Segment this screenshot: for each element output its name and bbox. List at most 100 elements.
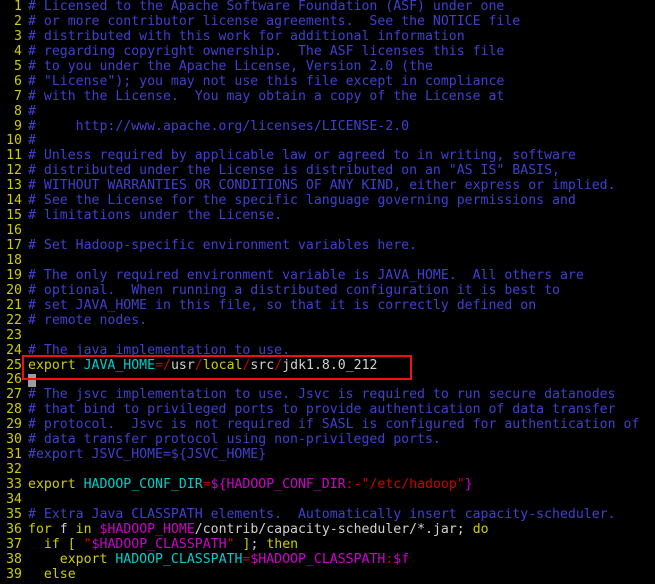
code-line[interactable]: 6 # "License"); you may not use this file… — [0, 74, 655, 90]
code-line[interactable]: 23 — [0, 328, 655, 344]
line-number: 20 — [6, 282, 22, 298]
line-text: # See the License for the specific langu… — [28, 193, 576, 209]
glob-path: /contrib/capacity-scheduler/*.jar; — [194, 521, 465, 537]
code-line-cursor[interactable]: 26 — [0, 372, 655, 388]
code-line[interactable]: 18 — [0, 252, 655, 269]
line-number: 13 — [6, 178, 22, 194]
expansion-hadoop-home: $HADOOP_HOME — [99, 521, 195, 537]
variable-hadoop-conf-dir: HADOOP_CONF_DIR — [83, 477, 203, 492]
quote: " — [456, 477, 465, 492]
code-line[interactable]: 3 # distributed with this work for additi… — [0, 28, 655, 45]
code-line[interactable]: 19 # The only required environment variab… — [0, 267, 655, 284]
text-cursor — [28, 374, 36, 388]
code-line[interactable]: 17 # Set Hadoop-specific environment vari… — [0, 238, 655, 254]
path-segment-local: local — [202, 357, 243, 373]
code-line[interactable]: 1 # Licensed to the Apache Software Found… — [0, 0, 655, 15]
line-text: # protocol. Jsvc is not required if SASL… — [28, 417, 640, 433]
path-segment-jdk: jdk1.8.0_212 — [282, 357, 378, 373]
line-text: # remote nodes. — [28, 312, 148, 328]
line-text: # distributed with this work for additio… — [28, 28, 465, 44]
line-number: 8 — [14, 103, 22, 119]
code-line[interactable]: 8 # — [0, 103, 655, 120]
code-line[interactable]: 9 # http://www.apache.org/licenses/LICENS… — [0, 119, 655, 135]
expansion-variable: HADOOP_CONF_DIR — [226, 477, 346, 492]
line-number: 5 — [14, 58, 22, 74]
line-number: 24 — [6, 342, 22, 358]
code-line[interactable]: 13 # WITHOUT WARRANTIES OR CONDITIONS OF … — [0, 178, 655, 194]
line-number: 33 — [6, 477, 22, 492]
code-line-java-home[interactable]: 25 export JAVA_HOME=/usr/local/src/jdk1.8… — [0, 357, 655, 374]
code-line-for-loop[interactable]: 36 for f in $HADOOP_HOME/contrib/capacity… — [0, 521, 655, 538]
line-number: 15 — [6, 208, 22, 224]
code-line-hadoop-classpath[interactable]: 38 export HADOOP_CLASSPATH=$HADOOP_CLASS… — [0, 551, 655, 568]
code-line[interactable]: 28 # that bind to privileged ports to pro… — [0, 402, 655, 418]
code-line[interactable]: 32 — [0, 462, 655, 478]
code-line[interactable]: 4 # regarding copyright ownership. The AS… — [0, 43, 655, 60]
code-line[interactable]: 20 # optional. When running a distributed… — [0, 282, 655, 299]
expansion-hadoop-classpath: $HADOOP_CLASSPATH — [250, 551, 386, 567]
terminal-text-editor[interactable]: 1 # Licensed to the Apache Software Found… — [0, 0, 655, 584]
line-number: 35 — [6, 506, 22, 522]
line-number: 25 — [6, 357, 22, 373]
code-line-else[interactable]: 39 else — [0, 567, 655, 583]
path-segment-usr: usr — [170, 357, 195, 373]
quote: " — [226, 536, 235, 552]
line-number: 4 — [14, 43, 22, 59]
code-line[interactable]: 5 # to you under the Apache License, Vers… — [0, 58, 655, 75]
code-line-hadoop-conf-dir[interactable]: 33 export HADOOP_CONF_DIR=${HADOOP_CONF_D… — [0, 477, 655, 493]
line-number: 36 — [6, 521, 22, 537]
code-line[interactable]: 24 # The java implementation to use. — [0, 342, 655, 359]
code-area[interactable]: 1 # Licensed to the Apache Software Found… — [0, 0, 655, 583]
line-number: 18 — [6, 252, 22, 268]
code-line[interactable]: 15 # limitations under the License. — [0, 208, 655, 224]
path-slash: / — [274, 357, 283, 373]
code-line[interactable]: 22 # remote nodes. — [0, 312, 655, 329]
expansion-close: } — [464, 477, 473, 492]
code-line-if-test[interactable]: 37 if [ "$HADOOP_CLASSPATH" ]; then — [0, 536, 655, 553]
expansion-hadoop-classpath: $HADOOP_CLASSPATH — [91, 536, 227, 552]
code-line[interactable]: 16 — [0, 223, 655, 239]
variable-hadoop-classpath: HADOOP_CLASSPATH — [115, 551, 243, 567]
line-number: 38 — [6, 551, 22, 567]
line-number: 10 — [6, 133, 22, 149]
line-text: # Unless required by applicable law or a… — [28, 148, 576, 164]
line-number: 26 — [6, 372, 22, 388]
path-segment-src: src — [250, 357, 275, 373]
keyword-for: for — [28, 521, 52, 537]
line-number: 32 — [6, 462, 22, 478]
line-number: 28 — [6, 402, 22, 418]
line-text: # The java implementation to use. — [28, 342, 291, 358]
code-line[interactable]: 14 # See the License for the specific lan… — [0, 193, 655, 209]
line-number: 19 — [6, 267, 22, 283]
code-line[interactable]: 10 # — [0, 133, 655, 149]
code-line[interactable]: 27 # The jsvc implementation to use. Jsvc… — [0, 387, 655, 403]
line-number: 27 — [6, 387, 22, 403]
bracket-open: [ — [67, 536, 76, 552]
code-line[interactable]: 30 # data transfer protocol using non-pri… — [0, 432, 655, 448]
code-line[interactable]: 29 # protocol. Jsvc is not required if SA… — [0, 417, 655, 433]
line-number: 14 — [6, 193, 22, 209]
code-line[interactable]: 35 # Extra Java CLASSPATH elements. Autom… — [0, 506, 655, 523]
line-number: 3 — [14, 28, 22, 44]
code-line[interactable]: 21 # set JAVA_HOME in this file, so that … — [0, 298, 655, 314]
code-line[interactable]: 2 # or more contributor license agreement… — [0, 14, 655, 30]
code-line[interactable]: 34 — [0, 492, 655, 508]
line-text: # The only required environment variable… — [28, 267, 584, 283]
path-slash: / — [194, 357, 203, 373]
line-text: # Set Hadoop-specific environment variab… — [28, 238, 418, 253]
line-text: # Extra Java CLASSPATH elements. Automat… — [28, 506, 616, 522]
line-text: # that bind to privileged ports to provi… — [28, 402, 616, 418]
code-line[interactable]: 11 # Unless required by applicable law or… — [0, 148, 655, 164]
code-line[interactable]: 12 # distributed under the License is dis… — [0, 163, 655, 179]
line-text: # to you under the Apache License, Versi… — [28, 58, 433, 74]
line-text-jsvc-home: #export JSVC_HOME=${JSVC_HOME} — [28, 447, 267, 463]
line-text: # WITHOUT WARRANTIES OR CONDITIONS OF AN… — [28, 178, 616, 194]
code-line[interactable]: 31 #export JSVC_HOME=${JSVC_HOME} — [0, 447, 655, 463]
code-line[interactable]: 7 # with the License. You may obtain a co… — [0, 89, 655, 105]
line-text: # The jsvc implementation to use. Jsvc i… — [28, 387, 616, 403]
